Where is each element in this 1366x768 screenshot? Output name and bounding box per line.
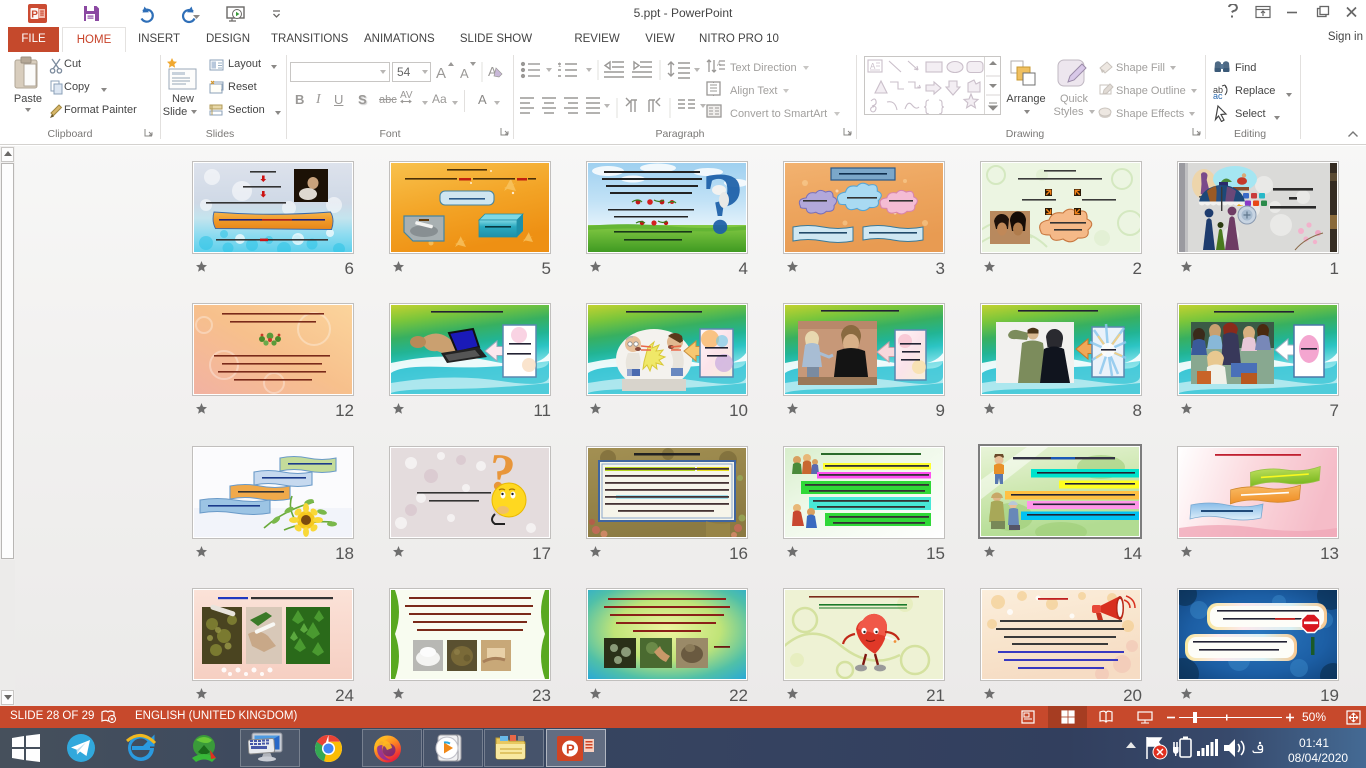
svg-text:P: P — [566, 742, 575, 757]
svg-text:1: 1 — [558, 63, 562, 69]
svg-text:P: P — [31, 10, 38, 21]
svg-text:A: A — [460, 66, 469, 81]
svg-text:Text Direction: Text Direction — [730, 62, 797, 74]
svg-text:ac: ac — [1213, 91, 1223, 101]
svg-text:Convert to SmartArt: Convert to SmartArt — [730, 108, 827, 120]
svg-text:Align Text: Align Text — [730, 85, 778, 97]
svg-text:A: A — [436, 65, 446, 82]
svg-text:A: A — [717, 62, 721, 68]
